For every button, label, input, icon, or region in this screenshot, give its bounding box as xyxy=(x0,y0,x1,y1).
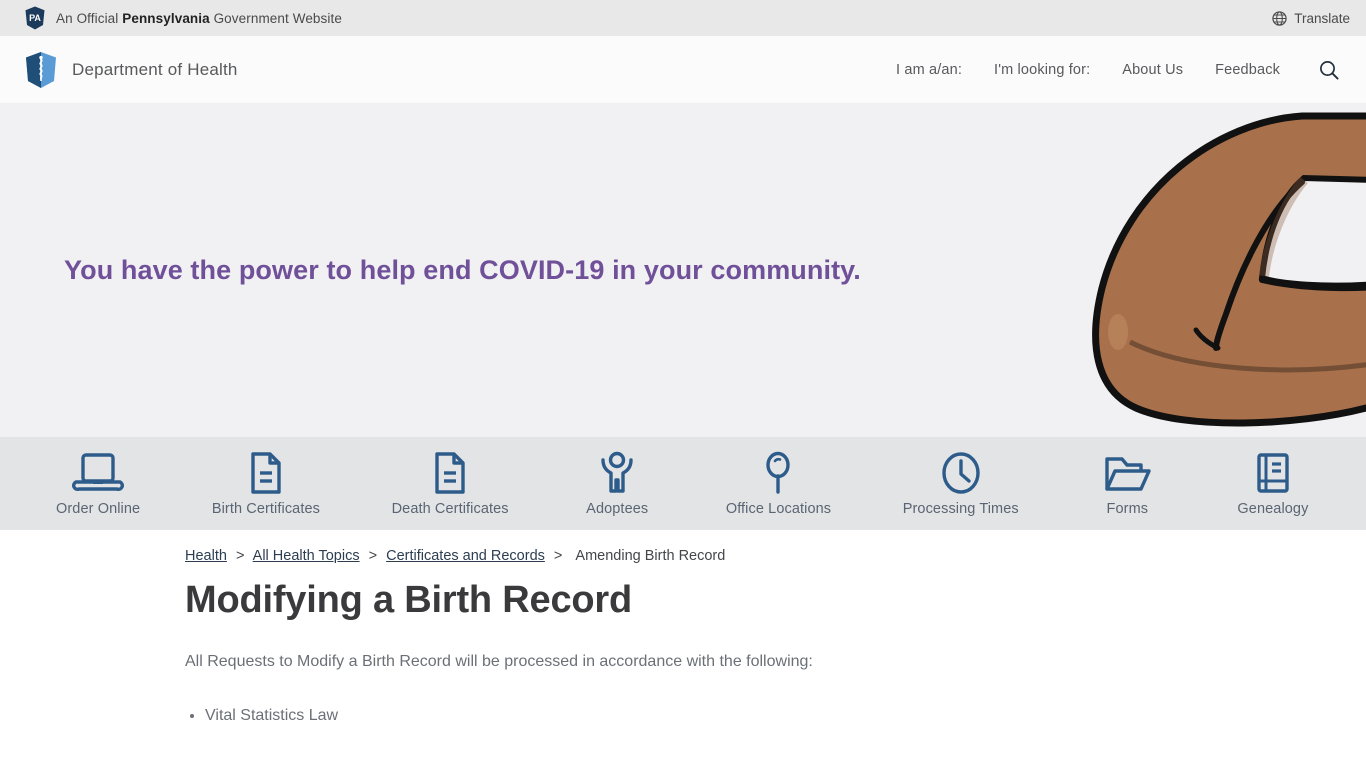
book-icon xyxy=(1251,451,1295,495)
quicklink-genealogy[interactable]: Genealogy xyxy=(1236,451,1310,517)
quicklink-order-online[interactable]: Order Online xyxy=(56,451,140,517)
main-column: Modifying a Birth Record All Requests to… xyxy=(185,579,825,730)
quicklink-forms[interactable]: Forms xyxy=(1090,451,1164,517)
clock-icon xyxy=(939,451,983,495)
document-icon xyxy=(430,451,470,495)
folder-icon xyxy=(1101,451,1153,495)
quicklink-label: Birth Certificates xyxy=(211,500,320,517)
nav-item-im-looking-for[interactable]: I'm looking for: xyxy=(994,62,1090,78)
quicklink-birth-certificates[interactable]: Birth Certificates xyxy=(212,451,320,517)
quicklink-label: Processing Times xyxy=(902,500,1019,517)
official-government-bar: PA An Official Pennsylvania Government W… xyxy=(0,0,1366,36)
nav-item-about-us[interactable]: About Us xyxy=(1122,62,1183,78)
quicklink-processing-times[interactable]: Processing Times xyxy=(903,451,1019,517)
breadcrumb-separator: > xyxy=(368,548,378,564)
globe-icon xyxy=(1272,10,1287,26)
search-icon[interactable] xyxy=(1316,57,1342,83)
official-bar-text: An Official Pennsylvania Government Webs… xyxy=(56,10,342,26)
quicklink-label: Adoptees xyxy=(586,500,649,517)
flexed-arm-illustration xyxy=(1066,108,1366,437)
quicklink-label: Forms xyxy=(1106,500,1149,517)
quick-links-bar: Order Online Birth Certificates Death Ce… xyxy=(0,437,1366,530)
quicklink-label: Office Locations xyxy=(725,500,832,517)
pa-health-keystone-logo xyxy=(24,51,58,89)
breadcrumb-separator: > xyxy=(235,548,245,564)
translate-label: Translate xyxy=(1294,10,1350,26)
pa-keystone-icon: PA xyxy=(24,6,46,30)
official-bar-left: PA An Official Pennsylvania Government W… xyxy=(24,6,342,30)
nav-item-i-am-a[interactable]: I am a/an: xyxy=(896,62,962,78)
hero-banner: You have the power to help end COVID-19 … xyxy=(0,104,1366,437)
requirements-list: Vital Statistics Law xyxy=(185,702,825,730)
quicklink-death-certificates[interactable]: Death Certificates xyxy=(392,451,509,517)
breadcrumb-separator: > xyxy=(553,548,563,564)
hero-headline: You have the power to help end COVID-19 … xyxy=(64,254,861,285)
site-header: Department of Health I am a/an: I'm look… xyxy=(0,36,1366,104)
page-title: Modifying a Birth Record xyxy=(185,579,632,621)
quicklink-label: Genealogy xyxy=(1237,500,1309,517)
quicklink-label: Order Online xyxy=(56,500,141,517)
breadcrumb-link-health[interactable]: Health xyxy=(185,548,227,564)
svg-text:PA: PA xyxy=(29,13,41,23)
translate-button[interactable]: Translate xyxy=(1272,11,1350,26)
main-navigation: I am a/an: I'm looking for: About Us Fee… xyxy=(896,57,1342,83)
laptop-icon xyxy=(72,451,125,495)
person-icon xyxy=(595,451,639,495)
nav-item-feedback[interactable]: Feedback xyxy=(1215,62,1280,78)
intro-paragraph: All Requests to Modify a Birth Record wi… xyxy=(185,652,813,670)
quicklink-adoptees[interactable]: Adoptees xyxy=(580,451,654,517)
breadcrumb-current: Amending Birth Record xyxy=(575,548,726,564)
page-content: Health > All Health Topics > Certificate… xyxy=(0,530,1366,768)
brand-home-link[interactable]: Department of Health xyxy=(24,51,238,89)
breadcrumb: Health > All Health Topics > Certificate… xyxy=(185,548,725,564)
list-item: Vital Statistics Law xyxy=(205,702,825,730)
quicklink-office-locations[interactable]: Office Locations xyxy=(726,451,831,517)
quicklink-label: Death Certificates xyxy=(391,500,509,517)
map-pin-icon xyxy=(760,451,796,495)
breadcrumb-link-all-health-topics[interactable]: All Health Topics xyxy=(253,548,360,564)
agency-name: Department of Health xyxy=(72,59,238,79)
document-icon xyxy=(246,451,286,495)
breadcrumb-link-certificates-and-records[interactable]: Certificates and Records xyxy=(386,548,545,564)
